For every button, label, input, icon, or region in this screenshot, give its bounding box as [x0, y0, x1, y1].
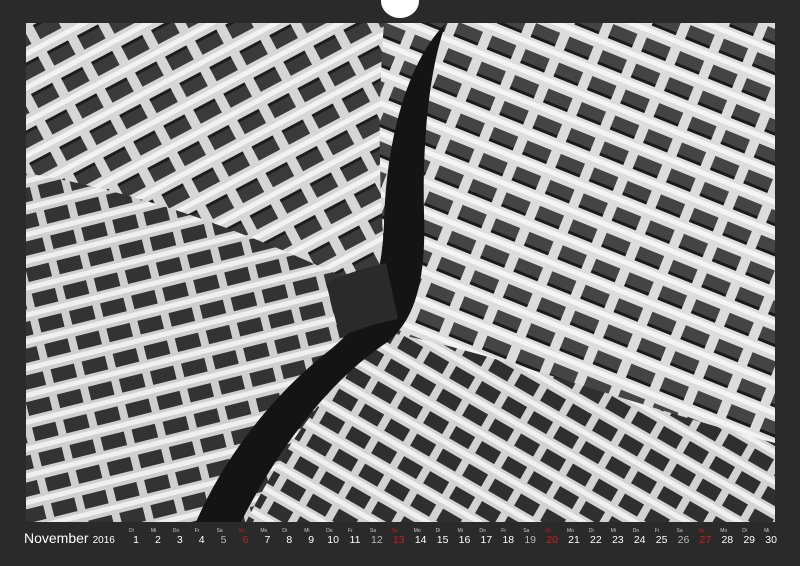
day-cell: Mi 30: [761, 528, 781, 558]
day-cell: Sa 5: [214, 528, 234, 558]
day-number: 15: [436, 534, 449, 546]
binding-hole: [381, 0, 419, 18]
day-cell: Di 22: [586, 528, 606, 558]
day-number: 7: [264, 534, 271, 546]
day-number: 5: [220, 534, 227, 546]
day-number: 23: [611, 534, 624, 546]
day-number: 12: [371, 534, 383, 546]
day-number: 16: [458, 534, 471, 546]
day-cell: Mo 28: [717, 528, 737, 558]
day-number: 1: [133, 534, 139, 546]
day-cell: Do 3: [170, 528, 190, 558]
month-label: November 2016: [24, 530, 115, 546]
day-cell: Do 24: [630, 528, 650, 558]
day-cell: Mi 2: [148, 528, 168, 558]
day-number: 20: [546, 534, 558, 546]
day-cell: Di 29: [739, 528, 759, 558]
year-label: 2016: [92, 535, 115, 546]
day-number: 29: [743, 534, 756, 546]
day-cell: Fr 18: [498, 528, 518, 558]
day-number: 8: [286, 534, 293, 546]
day-cell: Sa 12: [367, 528, 387, 558]
day-number: 22: [590, 534, 602, 546]
day-number: 27: [699, 534, 712, 546]
architecture-photo: [26, 23, 775, 522]
day-strip: Di 1 Mi 2 Do 3 Fr 4 Sa 5 So 6 Mo 7 Di 8 Mi 9 Do 10 Fr 11 Sa 12 S…: [126, 528, 778, 558]
day-cell: Mo 14: [411, 528, 431, 558]
day-cell: Fr 4: [192, 528, 212, 558]
day-cell: Do 10: [323, 528, 343, 558]
day-number: 21: [568, 534, 580, 546]
day-number: 25: [655, 534, 668, 546]
day-cell: Do 17: [476, 528, 496, 558]
day-number: 10: [327, 534, 339, 546]
day-cell: So 13: [389, 528, 409, 558]
day-cell: Mo 21: [564, 528, 584, 558]
day-number: 13: [392, 534, 405, 546]
day-number: 6: [242, 534, 249, 546]
day-number: 14: [414, 534, 427, 546]
day-number: 17: [480, 534, 493, 546]
day-number: 28: [721, 534, 734, 546]
day-cell: Fr 11: [345, 528, 365, 558]
day-number: 4: [198, 534, 205, 546]
calendar-page: November 2016 Di 1 Mi 2 Do 3 Fr 4 Sa 5 So 6 Mo 7 Di 8 Mi 9…: [0, 0, 800, 566]
day-number: 9: [308, 534, 315, 546]
day-cell: So 27: [695, 528, 715, 558]
day-cell: Di 8: [279, 528, 299, 558]
day-cell: Sa 26: [674, 528, 694, 558]
day-cell: Mo 7: [257, 528, 277, 558]
day-number: 11: [349, 534, 361, 546]
day-cell: Mi 9: [301, 528, 321, 558]
day-cell: So 6: [236, 528, 256, 558]
day-cell: Sa 19: [520, 528, 540, 558]
day-number: 26: [677, 534, 690, 546]
day-number: 30: [765, 534, 777, 546]
day-number: 2: [154, 534, 161, 546]
day-number: 18: [502, 534, 515, 546]
day-number: 19: [524, 534, 537, 546]
day-number: 3: [176, 534, 183, 546]
day-cell: Mi 23: [608, 528, 628, 558]
day-cell: Di 1: [126, 528, 146, 558]
calendar-footer: November 2016 Di 1 Mi 2 Do 3 Fr 4 Sa 5 So 6 Mo 7 Di 8 Mi 9…: [0, 522, 800, 566]
day-number: 24: [633, 534, 646, 546]
photo-illustration: [26, 23, 775, 522]
day-cell: So 20: [542, 528, 562, 558]
day-cell: Fr 25: [652, 528, 672, 558]
day-cell: Di 15: [433, 528, 453, 558]
day-cell: Mi 16: [455, 528, 475, 558]
month-name: November: [24, 530, 89, 546]
